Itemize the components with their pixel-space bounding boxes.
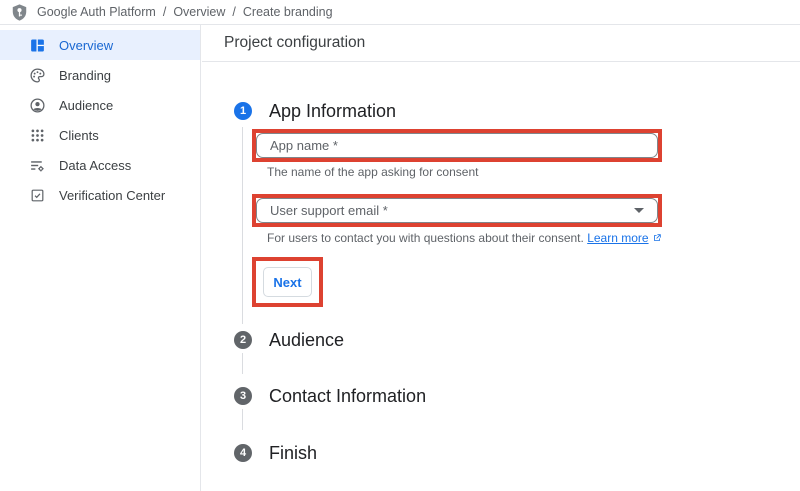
page-title: Project configuration xyxy=(202,25,800,62)
step-connector xyxy=(242,409,243,430)
breadcrumb-separator: / xyxy=(163,5,166,19)
breadcrumb-item-create-branding[interactable]: Create branding xyxy=(243,5,333,19)
sidebar-item-label: Branding xyxy=(59,68,111,83)
palette-icon xyxy=(28,66,46,84)
sidebar-item-label: Audience xyxy=(59,98,113,113)
dashboard-icon xyxy=(28,36,46,54)
chevron-down-icon xyxy=(634,208,644,213)
step-connector xyxy=(242,127,243,324)
shield-key-icon xyxy=(10,3,29,22)
sidebar-item-label: Data Access xyxy=(59,158,131,173)
sidebar-nav: Overview Branding xyxy=(0,25,201,491)
person-icon xyxy=(28,96,46,114)
sidebar-item-data-access[interactable]: Data Access xyxy=(0,150,200,180)
learn-more-link[interactable]: Learn more xyxy=(587,231,648,245)
annotation-box-app-name xyxy=(252,129,662,162)
annotation-box-next: Next xyxy=(252,257,323,307)
sidebar-item-overview[interactable]: Overview xyxy=(0,30,200,60)
app-name-helper-text: The name of the app asking for consent xyxy=(267,165,478,179)
breadcrumb-bar: Google Auth Platform / Overview / Create… xyxy=(0,0,800,25)
step-title: Contact Information xyxy=(269,386,426,407)
list-gear-icon xyxy=(28,156,46,174)
support-email-select[interactable]: User support email * xyxy=(256,198,658,223)
step-title: Finish xyxy=(269,443,317,464)
support-email-helper-text: For users to contact you with questions … xyxy=(267,231,662,246)
step-connector xyxy=(242,353,243,374)
step-finish: 4 Finish xyxy=(234,443,317,463)
step-title: App Information xyxy=(269,101,396,122)
external-link-icon xyxy=(652,232,662,246)
next-button[interactable]: Next xyxy=(263,267,312,297)
sidebar-item-label: Clients xyxy=(59,128,99,143)
breadcrumb-separator: / xyxy=(232,5,235,19)
sidebar-item-audience[interactable]: Audience xyxy=(0,90,200,120)
step-title: Audience xyxy=(269,330,344,351)
sidebar-item-label: Overview xyxy=(59,38,113,53)
step-number-badge: 4 xyxy=(234,444,252,462)
annotation-box-support-email: User support email * xyxy=(252,194,662,227)
step-audience: 2 Audience xyxy=(234,330,344,350)
step-number-badge: 3 xyxy=(234,387,252,405)
breadcrumb: Google Auth Platform / Overview / Create… xyxy=(37,5,333,19)
sidebar-item-label: Verification Center xyxy=(59,188,165,203)
step-number-badge: 2 xyxy=(234,331,252,349)
sidebar-item-branding[interactable]: Branding xyxy=(0,60,200,90)
page-title-text: Project configuration xyxy=(224,34,365,52)
step-contact-information: 3 Contact Information xyxy=(234,386,426,406)
support-email-placeholder: User support email * xyxy=(270,203,388,218)
step-number-badge: 1 xyxy=(234,102,252,120)
support-email-helper: For users to contact you with questions … xyxy=(267,231,584,245)
sidebar-item-verification-center[interactable]: Verification Center xyxy=(0,180,200,210)
checkbox-check-icon xyxy=(28,186,46,204)
app-name-input[interactable] xyxy=(256,133,658,158)
sidebar-item-clients[interactable]: Clients xyxy=(0,120,200,150)
apps-grid-icon xyxy=(28,126,46,144)
google-auth-platform-page: Google Auth Platform / Overview / Create… xyxy=(0,0,800,491)
step-app-information: 1 App Information xyxy=(234,101,396,121)
breadcrumb-item-platform[interactable]: Google Auth Platform xyxy=(37,5,156,19)
breadcrumb-item-overview[interactable]: Overview xyxy=(173,5,225,19)
